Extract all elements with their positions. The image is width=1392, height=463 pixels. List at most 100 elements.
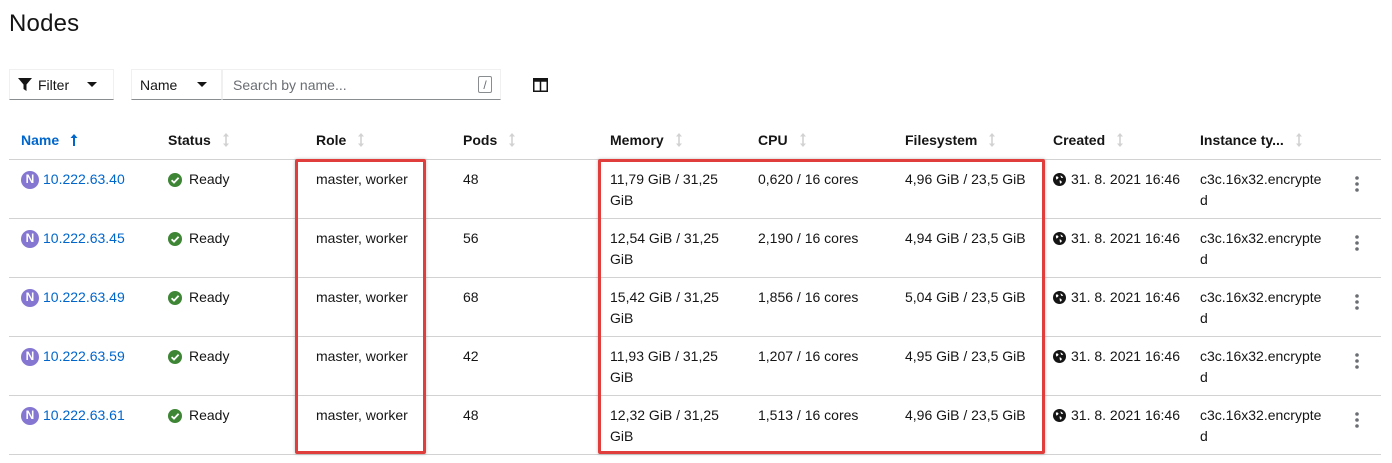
node-name-link[interactable]: 10.222.63.49	[43, 287, 125, 308]
check-circle-icon	[168, 172, 182, 187]
column-header-label: Role	[316, 132, 347, 148]
column-header-label: Filesystem	[905, 132, 978, 148]
column-header-label: Name	[21, 132, 60, 148]
node-resource-badge: N	[21, 406, 39, 425]
search-attribute-value: Name	[140, 76, 178, 93]
node-name-link[interactable]: 10.222.63.45	[43, 228, 125, 249]
column-header-instance-type[interactable]: Instance ty...	[1200, 130, 1304, 150]
table-header: Name Status Role Pods Memory CPU Filesys…	[0, 130, 1392, 158]
sort-icon	[222, 133, 229, 147]
column-header-created[interactable]: Created	[1053, 130, 1125, 150]
node-resource-badge: N	[21, 288, 39, 307]
created-cell: 31. 8. 2021 16:46	[1053, 287, 1180, 308]
status-text: Ready	[189, 348, 230, 364]
check-circle-icon	[168, 349, 182, 364]
column-header-label: Memory	[610, 132, 664, 148]
column-header-filesystem[interactable]: Filesystem	[905, 130, 997, 150]
filter-dropdown[interactable]: Filter	[9, 69, 114, 100]
kebab-icon[interactable]	[1352, 293, 1362, 311]
column-header-label: Status	[168, 132, 211, 148]
status-cell: Ready	[168, 169, 229, 190]
column-header-status[interactable]: Status	[168, 130, 231, 150]
instance-type-cell: c3c.16x32.encrypted	[1200, 230, 1322, 267]
instance-type-cell: c3c.16x32.encrypted	[1200, 289, 1322, 326]
node-name-link[interactable]: 10.222.63.61	[43, 405, 125, 426]
kebab-icon[interactable]	[1352, 175, 1362, 193]
globe-icon	[1053, 409, 1066, 422]
globe-icon	[1053, 350, 1066, 363]
node-name-cell: N 10.222.63.49	[21, 287, 125, 308]
created-timestamp: 31. 8. 2021 16:46	[1071, 407, 1180, 423]
status-cell: Ready	[168, 287, 229, 308]
keyboard-shortcut-hint: /	[478, 76, 492, 93]
status-text: Ready	[189, 230, 230, 246]
created-cell: 31. 8. 2021 16:46	[1053, 405, 1180, 426]
pods-cell: 48	[463, 171, 479, 187]
node-resource-badge: N	[21, 229, 39, 248]
column-header-label: Pods	[463, 132, 498, 148]
filter-funnel-icon	[18, 77, 32, 91]
sort-icon	[509, 133, 516, 147]
pods-cell: 68	[463, 289, 479, 305]
node-name-cell: N 10.222.63.45	[21, 228, 125, 249]
globe-icon	[1053, 291, 1066, 304]
check-circle-icon	[168, 408, 182, 423]
status-cell: Ready	[168, 346, 229, 367]
created-timestamp: 31. 8. 2021 16:46	[1071, 230, 1180, 246]
globe-icon	[1053, 173, 1066, 186]
sort-ascending-icon	[70, 134, 78, 146]
node-name-link[interactable]: 10.222.63.59	[43, 346, 125, 367]
manage-columns-icon[interactable]	[533, 78, 548, 92]
column-header-pods[interactable]: Pods	[463, 130, 517, 150]
node-resource-badge: N	[21, 170, 39, 189]
instance-type-cell: c3c.16x32.encrypted	[1200, 171, 1322, 208]
status-cell: Ready	[168, 405, 229, 426]
search-attribute-select[interactable]: Name	[131, 69, 222, 100]
status-cell: Ready	[168, 228, 229, 249]
column-header-role[interactable]: Role	[316, 130, 366, 150]
instance-type-cell: c3c.16x32.encrypted	[1200, 348, 1322, 385]
resource-columns-highlight	[598, 159, 1045, 454]
check-circle-icon	[168, 231, 182, 246]
search-input[interactable]	[231, 75, 475, 94]
node-name-link[interactable]: 10.222.63.40	[43, 169, 125, 190]
created-timestamp: 31. 8. 2021 16:46	[1071, 348, 1180, 364]
filter-label: Filter	[38, 76, 70, 93]
sort-icon	[989, 133, 996, 147]
kebab-icon[interactable]	[1352, 352, 1362, 370]
kebab-icon[interactable]	[1352, 234, 1362, 252]
created-timestamp: 31. 8. 2021 16:46	[1071, 171, 1180, 187]
chevron-down-icon	[197, 82, 207, 87]
sort-icon	[1117, 133, 1124, 147]
sort-icon	[799, 133, 806, 147]
node-resource-badge: N	[21, 347, 39, 366]
chevron-down-icon	[87, 82, 98, 87]
divider	[9, 454, 1381, 455]
column-header-label: Created	[1053, 132, 1106, 148]
search-box: /	[222, 69, 501, 100]
column-header-name[interactable]: Name	[21, 130, 79, 150]
globe-icon	[1053, 232, 1066, 245]
sort-icon	[675, 133, 682, 147]
kebab-icon[interactable]	[1352, 411, 1362, 429]
sort-icon	[1295, 133, 1302, 147]
column-header-label: Instance ty...	[1200, 132, 1284, 148]
created-cell: 31. 8. 2021 16:46	[1053, 346, 1180, 367]
column-header-cpu[interactable]: CPU	[758, 130, 808, 150]
column-header-memory[interactable]: Memory	[610, 130, 684, 150]
role-column-highlight	[295, 159, 426, 454]
check-circle-icon	[168, 290, 182, 305]
created-cell: 31. 8. 2021 16:46	[1053, 228, 1180, 249]
node-name-cell: N 10.222.63.61	[21, 405, 125, 426]
status-text: Ready	[189, 171, 230, 187]
node-name-cell: N 10.222.63.59	[21, 346, 125, 367]
status-text: Ready	[189, 289, 230, 305]
sort-icon	[358, 133, 365, 147]
pods-cell: 42	[463, 348, 479, 364]
created-timestamp: 31. 8. 2021 16:46	[1071, 289, 1180, 305]
pods-cell: 56	[463, 230, 479, 246]
instance-type-cell: c3c.16x32.encrypted	[1200, 407, 1322, 444]
status-text: Ready	[189, 407, 230, 423]
page-title: Nodes	[9, 10, 80, 37]
pods-cell: 48	[463, 407, 479, 423]
